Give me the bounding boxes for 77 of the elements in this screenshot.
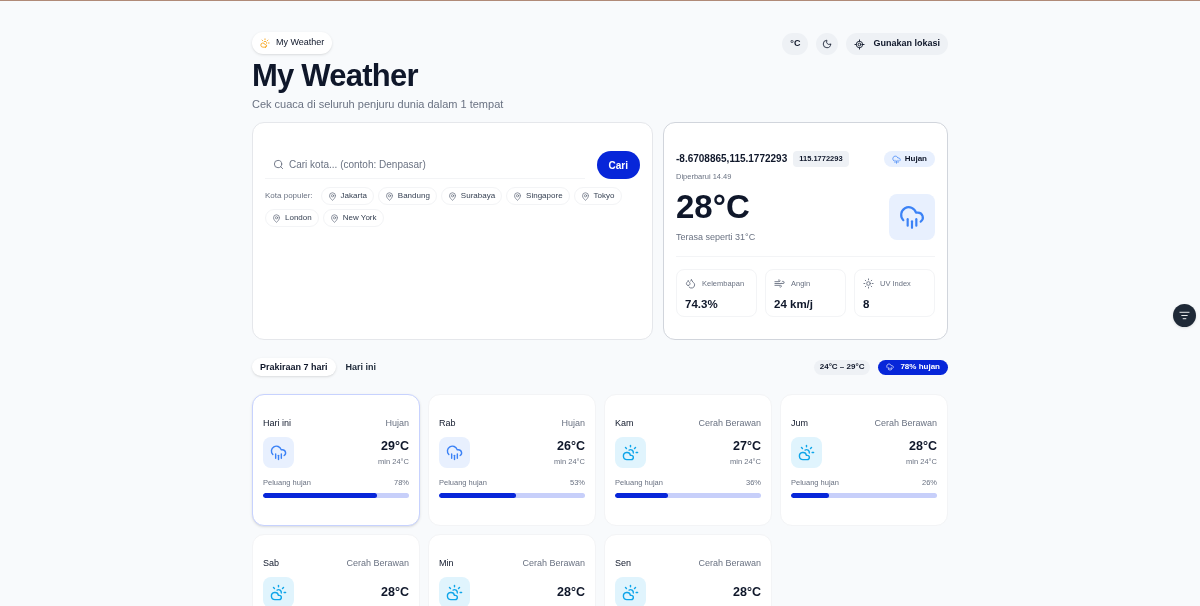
forecast-condition: Cerah Berawan	[874, 417, 937, 431]
forecast-card[interactable]: Sen Cerah Berawan 28°C	[604, 534, 772, 606]
theme-toggle-button[interactable]	[816, 33, 839, 55]
moon-icon	[822, 39, 833, 49]
forecast-card[interactable]: Sab Cerah Berawan 28°C	[252, 534, 420, 606]
map-pin-icon	[327, 191, 337, 201]
forecast-condition: Hujan	[385, 417, 409, 431]
city-chip[interactable]: London	[265, 209, 319, 228]
stat-value: 24 km/j	[774, 296, 814, 312]
map-pin-icon	[580, 191, 590, 201]
map-pin-icon	[329, 213, 339, 223]
forecast-day: Sab	[263, 557, 279, 571]
city-chip[interactable]: Tokyo	[573, 187, 622, 206]
forecast-temperature: 28°C	[557, 583, 585, 601]
forecast-temperature: 28°C	[381, 583, 409, 601]
city-chip[interactable]: Jakarta	[320, 187, 374, 206]
coordinates: -8.6708865,115.1772293	[676, 152, 788, 167]
search-button[interactable]: Cari	[596, 151, 640, 180]
forecast-tab[interactable]: Prakiraan 7 hari	[252, 358, 336, 377]
search-field[interactable]: Cari kota... (contoh: Denpasar)	[265, 151, 585, 180]
rain-cloud-icon	[270, 443, 287, 461]
use-location-button[interactable]: Gunakan lokasi	[846, 33, 948, 55]
condition-badge: Hujan	[883, 151, 935, 168]
locate-icon	[854, 38, 866, 50]
rain-cloud-icon	[446, 443, 463, 461]
forecast-temperature: 26°C	[556, 438, 585, 456]
sun-icon	[863, 278, 874, 290]
search-icon	[273, 159, 284, 171]
filter-icon	[1179, 310, 1190, 321]
droplets-icon	[685, 278, 696, 290]
page-title: My Weather	[252, 57, 419, 95]
sun-cloud-icon	[260, 38, 270, 48]
forecast-day: Sen	[615, 557, 631, 571]
map-pin-icon	[447, 191, 457, 201]
current-temperature: 28°C	[676, 189, 751, 223]
sun-cloud-icon	[270, 583, 287, 601]
forecast-condition: Cerah Berawan	[698, 557, 761, 571]
forecast-day: Jum	[791, 417, 808, 431]
forecast-day: Hari ini	[263, 417, 291, 431]
forecast-day: Min	[439, 557, 454, 571]
popular-label: Kota populer:	[265, 190, 313, 203]
sun-cloud-icon	[622, 443, 639, 461]
forecast-tab[interactable]: Hari ini	[339, 358, 383, 377]
city-chip[interactable]: Singapore	[506, 187, 570, 206]
rain-cloud-icon	[899, 204, 925, 230]
unit-toggle-button[interactable]: °C	[782, 33, 809, 55]
city-chip[interactable]: New York	[322, 209, 384, 228]
city-chip[interactable]: Surabaya	[440, 187, 503, 206]
feels-like: Terasa seperti 31°C	[676, 230, 756, 244]
page-subtitle: Cek cuaca di seluruh penjuru dunia dalam 1 tempat	[252, 96, 504, 112]
stat-value: 74.3%	[685, 296, 719, 312]
badge-label: My Weather	[276, 36, 325, 50]
rain-chance-badge: 78% hujan	[878, 359, 948, 375]
rain-cloud-icon	[886, 363, 895, 372]
city-chip[interactable]: Bandung	[377, 187, 437, 206]
forecast-temperature: 29°C	[380, 438, 409, 456]
forecast-condition: Hujan	[561, 417, 585, 431]
map-pin-icon	[384, 191, 394, 201]
wind-icon	[774, 278, 785, 290]
stat-value: 8	[863, 296, 871, 312]
forecast-temperature: 27°C	[732, 438, 761, 456]
rain-cloud-icon	[891, 154, 901, 164]
forecast-temperature: 28°C	[733, 583, 761, 601]
sun-cloud-icon	[622, 583, 639, 601]
sun-cloud-icon	[798, 443, 815, 461]
floating-menu-button[interactable]	[1173, 304, 1196, 327]
forecast-condition: Cerah Berawan	[346, 557, 409, 571]
forecast-card[interactable]: Min Cerah Berawan 28°C	[428, 534, 596, 606]
forecast-condition: Cerah Berawan	[698, 417, 761, 431]
forecast-day: Kam	[615, 417, 634, 431]
forecast-condition: Cerah Berawan	[522, 557, 585, 571]
temperature-range: 24°C – 29°C	[813, 359, 871, 375]
map-pin-icon	[513, 191, 523, 201]
forecast-temperature: 28°C	[908, 438, 937, 456]
forecast-day: Rab	[439, 417, 456, 431]
sun-cloud-icon	[446, 583, 463, 601]
map-pin-icon	[272, 213, 281, 223]
